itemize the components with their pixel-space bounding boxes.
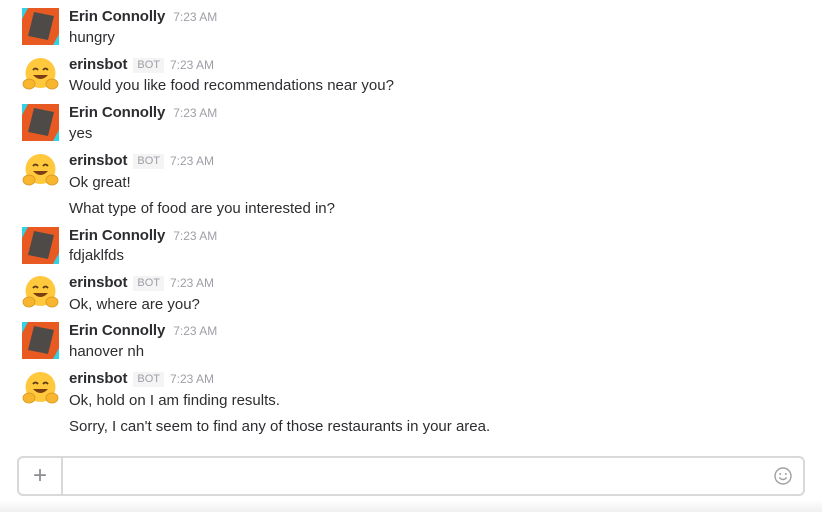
sender-name[interactable]: erinsbot bbox=[69, 370, 127, 387]
message-text: hungry bbox=[69, 29, 115, 46]
message-header: erinsbot BOT 7:23 AM bbox=[69, 370, 214, 390]
erin-connolly-avatar[interactable] bbox=[22, 8, 59, 45]
message-header: erinsbot BOT 7:23 AM bbox=[69, 56, 214, 76]
erin-connolly-avatar[interactable] bbox=[22, 322, 59, 359]
timestamp[interactable]: 7:23 AM bbox=[170, 154, 214, 168]
hugging-face-emoji-avatar[interactable] bbox=[22, 152, 59, 189]
hugging-face-emoji-avatar[interactable] bbox=[22, 274, 59, 311]
smiley-face-icon[interactable] bbox=[773, 466, 793, 486]
sender-name[interactable]: erinsbot bbox=[69, 56, 127, 73]
message-text: Ok, where are you? bbox=[69, 296, 200, 313]
message-text: hanover nh bbox=[69, 343, 145, 360]
erin-connolly-avatar[interactable] bbox=[22, 104, 59, 141]
message-text: Ok, hold on I am finding results. bbox=[69, 392, 280, 409]
timestamp[interactable]: 7:23 AM bbox=[170, 58, 214, 72]
message-header: Erin Connolly 7:23 AM bbox=[69, 104, 217, 124]
sender-name[interactable]: erinsbot bbox=[69, 152, 127, 169]
sender-name[interactable]: Erin Connolly bbox=[69, 104, 165, 121]
hugging-face-emoji-avatar[interactable] bbox=[22, 56, 59, 93]
message-text: fdjaklfds bbox=[69, 247, 125, 264]
erin-connolly-avatar[interactable] bbox=[22, 227, 59, 264]
sender-name[interactable]: Erin Connolly bbox=[69, 8, 165, 25]
message-text: Ok great! bbox=[69, 174, 131, 191]
message-header: erinsbot BOT 7:23 AM bbox=[69, 152, 214, 172]
timestamp[interactable]: 7:23 AM bbox=[173, 324, 217, 338]
message-composer: + bbox=[17, 456, 805, 496]
message-text: What type of food are you interested in? bbox=[69, 200, 335, 217]
message-header: erinsbot BOT 7:23 AM bbox=[69, 274, 214, 294]
timestamp[interactable]: 7:23 AM bbox=[173, 229, 217, 243]
message-list: Erin Connolly 7:23 AM hungry erinsbot BOT 7… bbox=[0, 0, 822, 452]
bot-badge: BOT bbox=[133, 276, 164, 291]
message-header: Erin Connolly 7:23 AM bbox=[69, 8, 217, 28]
message-header: Erin Connolly 7:23 AM bbox=[69, 322, 217, 342]
plus-icon[interactable]: + bbox=[19, 458, 63, 494]
message-text: Sorry, I can't seem to find any of those… bbox=[69, 418, 491, 435]
message-text: yes bbox=[69, 125, 93, 142]
bot-badge: BOT bbox=[133, 372, 164, 387]
bot-badge: BOT bbox=[133, 154, 164, 169]
hugging-face-emoji-avatar[interactable] bbox=[22, 370, 59, 407]
message-text: Would you like food recommendations near… bbox=[69, 77, 394, 94]
sender-name[interactable]: Erin Connolly bbox=[69, 322, 165, 339]
timestamp[interactable]: 7:23 AM bbox=[170, 276, 214, 290]
timestamp[interactable]: 7:23 AM bbox=[170, 372, 214, 386]
timestamp[interactable]: 7:23 AM bbox=[173, 106, 217, 120]
message-header: Erin Connolly 7:23 AM bbox=[69, 227, 217, 247]
timestamp[interactable]: 7:23 AM bbox=[173, 10, 217, 24]
sender-name[interactable]: erinsbot bbox=[69, 274, 127, 291]
bot-badge: BOT bbox=[133, 58, 164, 73]
window-bottom-edge bbox=[0, 500, 822, 512]
sender-name[interactable]: Erin Connolly bbox=[69, 227, 165, 244]
message-input[interactable] bbox=[65, 462, 769, 492]
